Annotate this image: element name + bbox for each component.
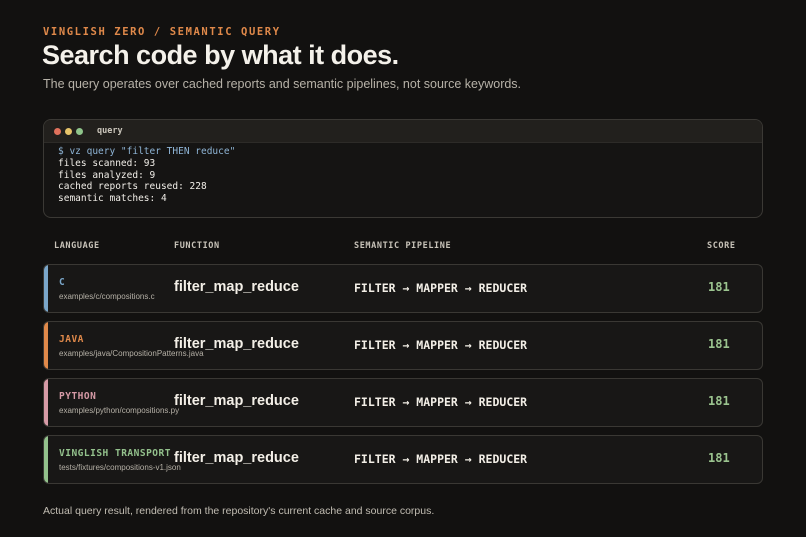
row-semantic-pipeline: FILTER → MAPPER → REDUCER <box>354 281 528 295</box>
row-function-name: filter_map_reduce <box>174 336 299 352</box>
row-semantic-pipeline: FILTER → MAPPER → REDUCER <box>354 338 528 352</box>
terminal-title: query <box>97 126 123 136</box>
language-accent-bar <box>44 265 48 312</box>
row-file-path: examples/c/compositions.c <box>59 292 155 301</box>
row-score: 181 <box>708 394 730 408</box>
minimize-dot-icon[interactable] <box>65 127 72 135</box>
row-file-path: examples/python/compositions.py <box>59 406 180 415</box>
column-header-function: FUNCTION <box>174 241 220 251</box>
terminal-window: query $ vz query "filter THEN reduce" fi… <box>43 119 763 218</box>
row-semantic-pipeline: FILTER → MAPPER → REDUCER <box>354 452 528 466</box>
language-accent-bar <box>44 379 48 426</box>
terminal-output: $ vz query "filter THEN reduce" files sc… <box>44 143 762 205</box>
result-row-python[interactable]: PYTHON examples/python/compositions.py f… <box>43 378 763 427</box>
row-semantic-pipeline: FILTER → MAPPER → REDUCER <box>354 395 528 409</box>
terminal-title-bar: query <box>44 120 762 143</box>
language-accent-bar <box>44 322 48 369</box>
terminal-line-semantic-matches: semantic matches: 4 <box>58 193 167 205</box>
row-language: C <box>59 277 66 288</box>
terminal-line-files-scanned: files scanned: 93 <box>58 157 156 169</box>
result-row-java[interactable]: JAVA examples/java/CompositionPatterns.j… <box>43 321 763 370</box>
row-score: 181 <box>708 337 730 351</box>
page-title: Search code by what it does. <box>42 40 399 70</box>
column-header-language: LANGUAGE <box>54 241 100 251</box>
close-dot-icon[interactable] <box>54 127 61 135</box>
terminal-command: $ vz query "filter THEN reduce" <box>58 146 236 157</box>
footer-note: Actual query result, rendered from the r… <box>43 505 435 517</box>
row-file-path: tests/fixtures/compositions-v1.json <box>59 463 181 472</box>
column-header-score: SCORE <box>707 241 736 251</box>
row-function-name: filter_map_reduce <box>174 279 299 295</box>
result-row-vinglish-transport[interactable]: VINGLISH TRANSPORT tests/fixtures/compos… <box>43 435 763 484</box>
maximize-dot-icon[interactable] <box>76 127 83 135</box>
page-subtitle: The query operates over cached reports a… <box>43 77 522 91</box>
row-score: 181 <box>708 451 730 465</box>
language-accent-bar <box>44 436 48 483</box>
terminal-line-cached-reports: cached reports reused: 228 <box>58 181 207 193</box>
row-language: VINGLISH TRANSPORT <box>59 448 171 459</box>
row-function-name: filter_map_reduce <box>174 450 299 466</box>
row-language: PYTHON <box>59 391 97 402</box>
page-eyebrow: VINGLISH ZERO / SEMANTIC QUERY <box>43 26 281 38</box>
column-header-pipeline: SEMANTIC PIPELINE <box>354 241 452 251</box>
row-function-name: filter_map_reduce <box>174 393 299 409</box>
result-row-c[interactable]: C examples/c/compositions.c filter_map_r… <box>43 264 763 313</box>
terminal-line-files-analyzed: files analyzed: 9 <box>58 169 156 181</box>
row-score: 181 <box>708 280 730 294</box>
row-language: JAVA <box>59 334 84 345</box>
